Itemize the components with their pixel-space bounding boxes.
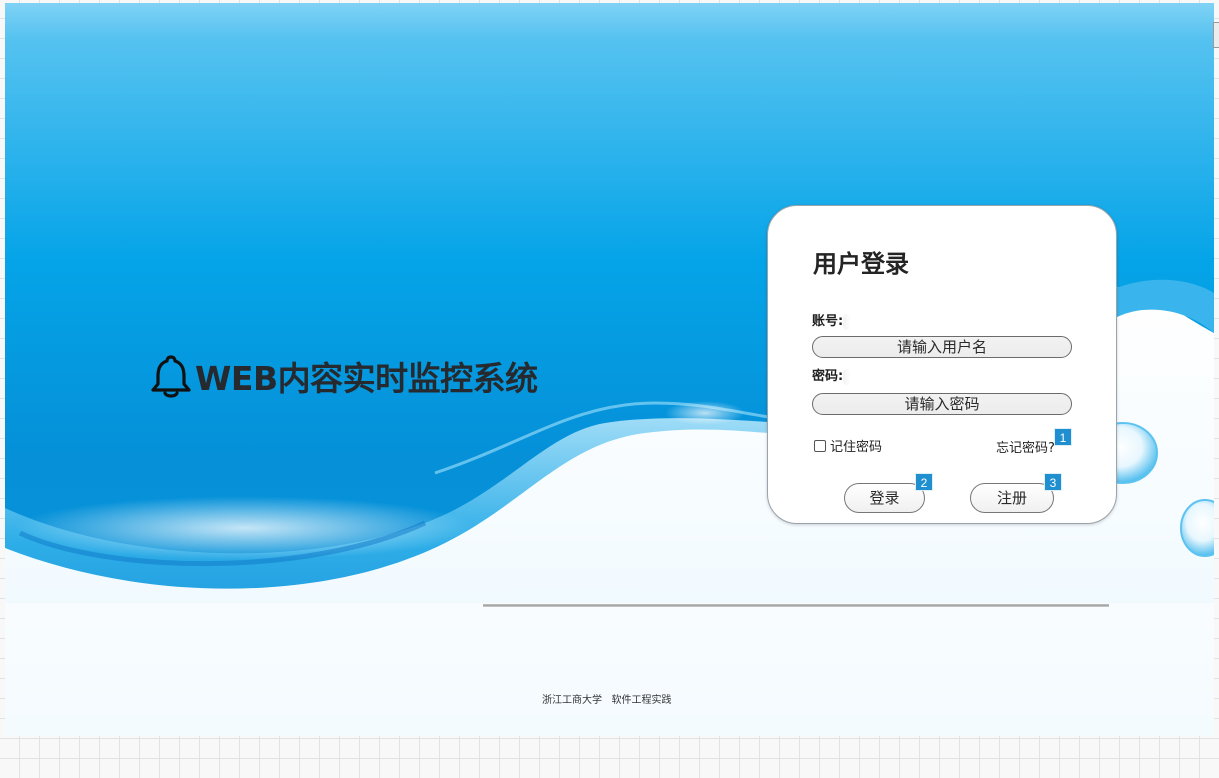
- password-label-text: 密码:: [812, 369, 844, 384]
- system-title-text: WEB内容实时监控系统: [195, 359, 538, 398]
- badge-forgot-password: 1: [1054, 428, 1072, 446]
- badge-login-button: 2: [915, 473, 933, 491]
- username-input[interactable]: [812, 336, 1072, 358]
- scrollbar-handle[interactable]: [1213, 22, 1219, 48]
- login-card: 用户登录 账号: 密码: 记住密码 忘记密码? 1 登录 2 注册 3: [767, 205, 1117, 524]
- footer-text: 浙江工商大学 软件工程实践: [542, 695, 672, 706]
- password-input[interactable]: [812, 393, 1072, 415]
- remember-password[interactable]: 记住密码: [814, 436, 882, 455]
- login-page: WEB内容实时监控系统 用户登录 账号: 密码: 记住密码 忘记密码? 1 登录…: [5, 3, 1214, 736]
- password-label: 密码:: [812, 365, 852, 385]
- account-label: 账号:: [812, 310, 852, 330]
- remember-label: 记住密码: [830, 440, 883, 455]
- account-label-text: 账号:: [812, 314, 844, 329]
- system-title: WEB内容实时监控系统: [149, 351, 538, 401]
- register-button[interactable]: 注册: [970, 483, 1054, 513]
- login-button[interactable]: 登录: [844, 483, 925, 513]
- bell-icon: [151, 355, 191, 398]
- login-title: 用户登录: [813, 250, 909, 278]
- divider-line: [483, 604, 1109, 607]
- badge-register-button: 3: [1044, 473, 1062, 491]
- forgot-password-link[interactable]: 忘记密码?: [996, 437, 1055, 456]
- remember-checkbox[interactable]: [814, 439, 826, 452]
